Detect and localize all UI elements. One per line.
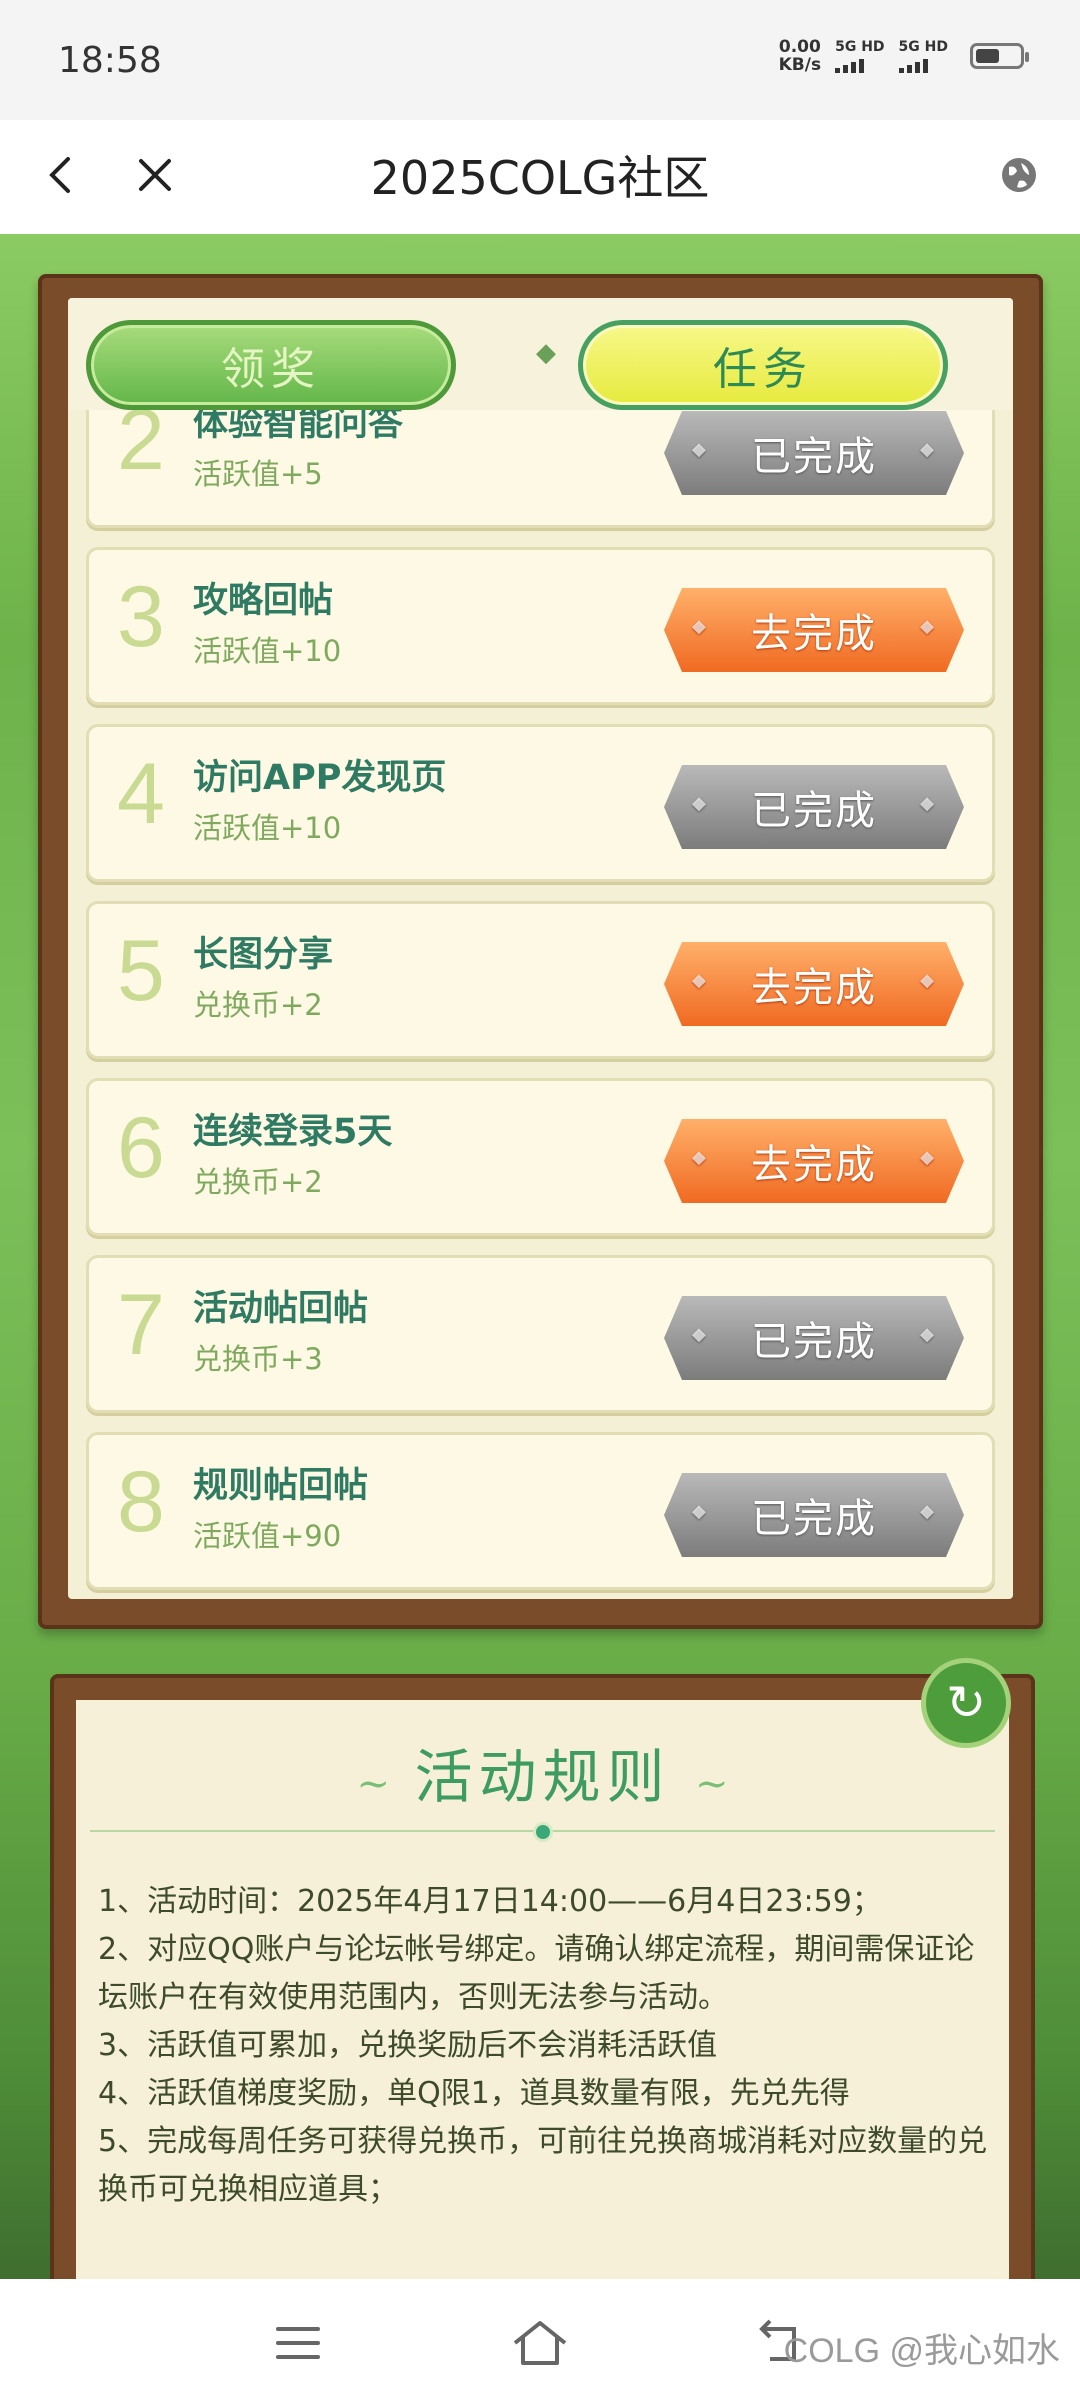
task-status-label: 去完成 <box>751 965 877 1011</box>
task-status-label: 去完成 <box>751 611 877 657</box>
task-item: 7 活动帖回帖 兑换币+3 已完成 <box>86 1255 995 1413</box>
task-number: 7 <box>117 1277 165 1373</box>
ornament-icon: ~ <box>356 1761 391 1807</box>
task-title: 活动帖回帖 <box>193 1289 369 1329</box>
task-reward: 兑换币+2 <box>193 988 323 1022</box>
signal-sim2-icon: 5G HD <box>898 38 948 73</box>
close-icon <box>139 159 171 191</box>
task-item: 3 攻略回帖 活跃值+10 去完成 <box>86 547 995 705</box>
tab-claim-label: 领奖 <box>221 344 321 395</box>
task-reward: 兑换币+3 <box>193 1342 323 1376</box>
menu-button[interactable] <box>268 2313 328 2373</box>
task-title: 攻略回帖 <box>193 581 334 621</box>
net-speed-value: 0.00 <box>778 37 821 57</box>
system-nav-bar: COLG @我心如水 <box>0 2279 1080 2408</box>
rule-item: 5、完成每周任务可获得兑换币，可前往兑换商城消耗对应数量的兑换币可兑换相应道具； <box>98 2124 988 2207</box>
task-status-button[interactable]: 已完成 <box>664 1296 964 1380</box>
task-status-button[interactable]: 已完成 <box>664 765 964 849</box>
gem-icon <box>532 1822 553 1842</box>
task-number: 4 <box>117 746 165 842</box>
task-number: 5 <box>117 923 165 1019</box>
rules-list: 1、活动时间：2025年4月17日14:00——6月4日23:59； 2、对应Q… <box>98 1878 995 2214</box>
task-board-inner: 领奖 ◆ 任务 2 体验智能问答 活跃值+5 已完成 3 攻略回帖 活跃值+10 <box>68 298 1013 1599</box>
task-number: 6 <box>117 1100 165 1196</box>
rule-item: 4、活跃值梯度奖励，单Q限1，道具数量有限，先兑先得 <box>98 2076 850 2111</box>
status-icons: 0.00 KB/s 5G HD 5G HD <box>779 38 1029 74</box>
task-title: 规则帖回帖 <box>193 1466 369 1506</box>
task-go-button[interactable]: 去完成 <box>664 588 964 672</box>
watermark: COLG @我心如水 <box>783 2332 1060 2370</box>
rules-board-inner: ~ 活动规则 ~ 1、活动时间：2025年4月17日14:00——6月4日23:… <box>76 1700 1009 2279</box>
task-title: 长图分享 <box>193 935 334 975</box>
home-button[interactable] <box>510 2313 570 2373</box>
task-item: 5 长图分享 兑换币+2 去完成 <box>86 901 995 1059</box>
signal-sim1-icon: 5G HD <box>835 38 885 73</box>
net-speed-unit: KB/s <box>778 55 822 75</box>
task-reward: 兑换币+2 <box>193 1165 323 1199</box>
close-button[interactable] <box>130 150 180 200</box>
task-list[interactable]: 2 体验智能问答 活跃值+5 已完成 3 攻略回帖 活跃值+10 去完成 4 访… <box>68 370 1013 1599</box>
app-header: 2025COLG社区 <box>0 120 1080 234</box>
rule-item: 1、活动时间：2025年4月17日14:00——6月4日23:59； <box>98 1884 882 1919</box>
battery-icon <box>970 43 1029 69</box>
menu-icon <box>276 2327 320 2359</box>
task-status-label: 已完成 <box>751 434 877 480</box>
task-number: 3 <box>117 569 165 665</box>
ornament-icon: ~ <box>694 1761 729 1807</box>
refresh-button[interactable]: ↻ <box>921 1658 1011 1748</box>
task-item: 6 连续登录5天 兑换币+2 去完成 <box>86 1078 995 1236</box>
task-reward: 活跃值+90 <box>193 1519 342 1553</box>
refresh-icon: ↻ <box>945 1675 987 1731</box>
rules-title-text: 活动规则 <box>414 1743 671 1811</box>
back-button[interactable] <box>36 150 86 200</box>
task-board: 领奖 ◆ 任务 2 体验智能问答 活跃值+5 已完成 3 攻略回帖 活跃值+10 <box>38 274 1043 1629</box>
task-status-label: 已完成 <box>751 1319 877 1365</box>
web-content[interactable]: 领奖 ◆ 任务 2 体验智能问答 活跃值+5 已完成 3 攻略回帖 活跃值+10 <box>0 234 1080 2279</box>
rule-item: 3、活跃值可累加，兑换奖励后不会消耗活跃值 <box>98 2028 718 2063</box>
tab-claim-reward[interactable]: 领奖 <box>86 320 456 410</box>
task-reward: 活跃值+10 <box>193 811 342 845</box>
task-number: 8 <box>117 1454 165 1550</box>
tab-tasks[interactable]: 任务 <box>578 320 948 410</box>
task-status-label: 去完成 <box>751 1142 877 1188</box>
task-go-button[interactable]: 去完成 <box>664 1119 964 1203</box>
task-reward: 活跃值+10 <box>193 634 342 668</box>
browser-button[interactable] <box>994 150 1044 200</box>
rule-item: 2、对应QQ账户与论坛帐号绑定。请确认绑定流程，期间需保证论坛账户在有效使用范围… <box>98 1932 975 2015</box>
battery-fill <box>976 49 1000 63</box>
tab-divider-icon: ◆ <box>536 338 556 368</box>
home-icon <box>513 2321 567 2365</box>
globe-icon <box>1002 158 1036 192</box>
task-item: 4 访问APP发现页 活跃值+10 已完成 <box>86 724 995 882</box>
tab-bar: 领奖 ◆ 任务 <box>68 298 1013 410</box>
task-status-label: 已完成 <box>751 788 877 834</box>
tab-tasks-label: 任务 <box>713 344 813 395</box>
sim2-label: 5G HD <box>898 38 948 55</box>
task-status-button[interactable]: 已完成 <box>664 1473 964 1557</box>
task-status-button[interactable]: 已完成 <box>664 411 964 495</box>
task-status-label: 已完成 <box>751 1496 877 1542</box>
net-speed: 0.00 KB/s <box>779 38 821 74</box>
task-reward: 活跃值+5 <box>193 457 323 491</box>
chevron-left-icon <box>49 157 70 193</box>
task-go-button[interactable]: 去完成 <box>664 942 964 1026</box>
rules-title: ~ 活动规则 ~ <box>76 1730 1009 1814</box>
status-time: 18:58 <box>58 40 162 81</box>
task-title: 连续登录5天 <box>193 1112 393 1152</box>
task-item: 8 规则帖回帖 活跃值+90 已完成 <box>86 1432 995 1590</box>
task-title: 访问APP发现页 <box>193 758 447 798</box>
sim1-label: 5G HD <box>835 38 885 55</box>
rules-board: ~ 活动规则 ~ 1、活动时间：2025年4月17日14:00——6月4日23:… <box>50 1658 1035 2279</box>
status-bar: 18:58 0.00 KB/s 5G HD 5G HD <box>0 0 1080 120</box>
